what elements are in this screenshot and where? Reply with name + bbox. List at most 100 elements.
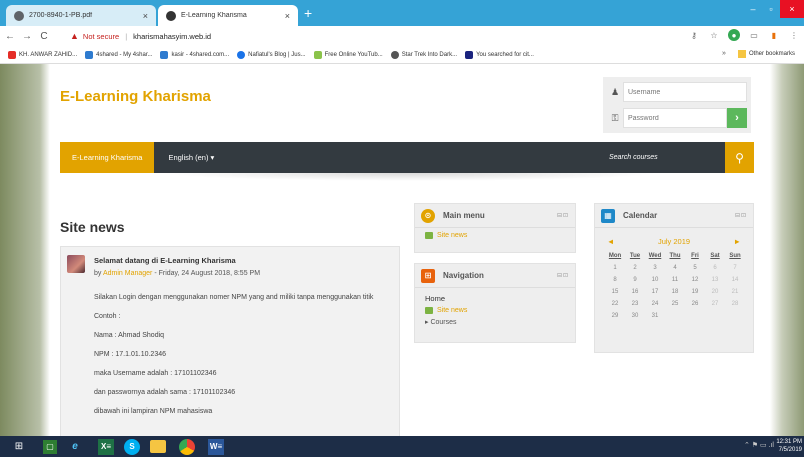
calendar-day[interactable]: 23 <box>625 298 645 310</box>
url-text[interactable]: kharismahasyim.web.id <box>133 32 211 41</box>
calendar-day[interactable]: 3 <box>645 262 665 274</box>
key-icon[interactable]: ⚷ <box>688 29 700 41</box>
tab-pdf[interactable]: 2700-8940-1-PB.pdf × <box>6 5 156 26</box>
calendar-day[interactable]: 17 <box>645 286 665 298</box>
tab-close-icon[interactable]: × <box>285 11 290 21</box>
taskbar-clock[interactable]: 12:31 PM 7/5/2019 <box>776 438 802 454</box>
author-avatar[interactable] <box>67 255 85 273</box>
post-line: Contoh : <box>94 313 121 320</box>
forward-button[interactable]: → <box>20 31 34 42</box>
chrome-icon[interactable] <box>179 438 195 455</box>
calendar-day[interactable]: 20 <box>705 286 725 298</box>
skype-icon[interactable]: S <box>124 438 140 455</box>
main-content: Site news Selamat datang di E-Learning K… <box>50 173 770 436</box>
extension-bars-icon[interactable]: ▮ <box>768 29 780 41</box>
next-month-button[interactable]: ► <box>734 237 741 246</box>
calendar-day[interactable]: 1 <box>605 262 625 274</box>
calendar-day[interactable]: 26 <box>685 298 705 310</box>
calendar-day[interactable]: 12 <box>685 274 705 286</box>
calendar-day[interactable]: 5 <box>685 262 705 274</box>
calendar-day[interactable]: 27 <box>705 298 725 310</box>
block-controls-icon[interactable]: ⊟⊡ <box>735 212 747 219</box>
calendar-day[interactable]: 24 <box>645 298 665 310</box>
file-explorer-icon[interactable] <box>150 440 166 453</box>
bookmark-item[interactable]: Free Online YouTub... <box>313 50 383 59</box>
star-icon[interactable]: ☆ <box>708 29 720 41</box>
calendar-day[interactable]: 7 <box>725 262 745 274</box>
bookmark-item[interactable]: You searched for cit... <box>465 50 534 59</box>
bookmarks-more-button[interactable]: » <box>722 50 726 57</box>
post-byline: by Admin Manager - Friday, 24 August 201… <box>94 270 261 277</box>
block-controls-icon[interactable]: ⊟⊡ <box>557 212 569 219</box>
calendar-day[interactable]: 22 <box>605 298 625 310</box>
calendar-day[interactable]: 11 <box>665 274 685 286</box>
calendar-day <box>725 310 745 322</box>
calendar-month-label[interactable]: July 2019 <box>658 237 690 246</box>
language-menu[interactable]: English (en) ▾ <box>168 153 214 162</box>
calendar-month-bar: ◄ July 2019 ► <box>595 232 753 250</box>
calendar-day[interactable]: 15 <box>605 286 625 298</box>
calendar-day[interactable]: 9 <box>625 274 645 286</box>
bookmark-item[interactable]: Star Trek Into Dark... <box>390 50 457 59</box>
search-button[interactable]: ⚲ <box>725 142 754 173</box>
excel-icon[interactable]: X≡ <box>98 438 114 455</box>
extension-icon[interactable]: ● <box>728 29 740 41</box>
nav-home-link[interactable]: E-Learning Kharisma <box>60 142 155 173</box>
reload-button[interactable]: C <box>37 31 51 42</box>
maximize-button[interactable]: ▫ <box>762 0 780 18</box>
new-tab-button[interactable]: + <box>304 5 312 21</box>
task-view-icon[interactable]: ▢ <box>43 439 57 454</box>
calendar-day[interactable]: 21 <box>725 286 745 298</box>
tab-elearning[interactable]: E-Learning Kharisma × <box>158 5 298 26</box>
bookmark-item[interactable]: KH. ANWAR ZAHID... <box>8 50 77 59</box>
calendar-day[interactable]: 29 <box>605 310 625 322</box>
main-menu-site-news-link[interactable]: Site news <box>425 232 575 239</box>
minimize-button[interactable]: – <box>744 0 762 18</box>
calendar-day[interactable]: 16 <box>625 286 645 298</box>
username-input[interactable] <box>623 82 747 102</box>
calendar-block: ▦ Calendar ⊟⊡ ◄ July 2019 ► Mon Tue Wed Thu… <box>594 203 754 353</box>
address-bar[interactable]: ▲ Not secure | kharismahasyim.web.id <box>70 28 710 44</box>
bookmark-item[interactable]: 4shared - My 4shar... <box>85 50 152 59</box>
tab-close-icon[interactable]: × <box>143 11 148 21</box>
bookmark-item[interactable]: kasir - 4shared.com... <box>160 50 229 59</box>
calendar-day[interactable]: 30 <box>625 310 645 322</box>
prev-month-button[interactable]: ◄ <box>607 237 614 246</box>
calendar-day[interactable]: 14 <box>725 274 745 286</box>
windows-start-icon[interactable]: ⊞ <box>6 436 32 457</box>
calendar-day[interactable]: 18 <box>665 286 685 298</box>
search-courses-input[interactable]: Search courses <box>609 142 658 173</box>
page-viewport: E-Learning Kharisma ♟ ⚿ › E-Learning Kha… <box>0 64 804 436</box>
back-button[interactable]: ← <box>3 31 17 42</box>
navigation-site-news-link[interactable]: Site news <box>425 307 575 314</box>
bookmark-item[interactable]: Nafiatul's Blog | Jus... <box>237 50 306 59</box>
calendar-day[interactable]: 8 <box>605 274 625 286</box>
navigation-home-link[interactable]: Home <box>425 294 575 303</box>
word-icon[interactable]: W≡ <box>208 438 224 455</box>
system-tray[interactable]: ⌃ ⚑ ▭ .ıl <box>744 441 774 449</box>
calendar-day[interactable]: 19 <box>685 286 705 298</box>
calendar-day[interactable]: 28 <box>725 298 745 310</box>
password-input[interactable] <box>623 108 727 128</box>
tab-label: E-Learning Kharisma <box>181 12 247 19</box>
login-submit-button[interactable]: › <box>727 108 747 128</box>
calendar-day[interactable]: 31 <box>645 310 665 322</box>
navigation-courses-link[interactable]: ▸ Courses <box>425 318 575 326</box>
calendar-day-header: Sat <box>710 253 720 259</box>
post-author-link[interactable]: Admin Manager <box>103 270 152 277</box>
close-window-button[interactable]: × <box>780 0 804 18</box>
calendar-day[interactable]: 25 <box>665 298 685 310</box>
calendar-day[interactable]: 13 <box>705 274 725 286</box>
calendar-day[interactable]: 10 <box>645 274 665 286</box>
not-secure-label[interactable]: Not secure <box>83 32 119 41</box>
site-name[interactable]: E-Learning Kharisma <box>60 88 211 105</box>
calendar-day[interactable]: 6 <box>705 262 725 274</box>
cast-icon[interactable]: ▭ <box>748 29 760 41</box>
other-bookmarks[interactable]: Other bookmarks <box>738 50 795 58</box>
calendar-day[interactable]: 2 <box>625 262 645 274</box>
blog-icon <box>237 50 246 59</box>
block-controls-icon[interactable]: ⊟⊡ <box>557 272 569 279</box>
menu-dots-icon[interactable]: ⋮ <box>788 29 800 41</box>
calendar-day[interactable]: 4 <box>665 262 685 274</box>
internet-explorer-icon[interactable]: e <box>62 436 88 457</box>
